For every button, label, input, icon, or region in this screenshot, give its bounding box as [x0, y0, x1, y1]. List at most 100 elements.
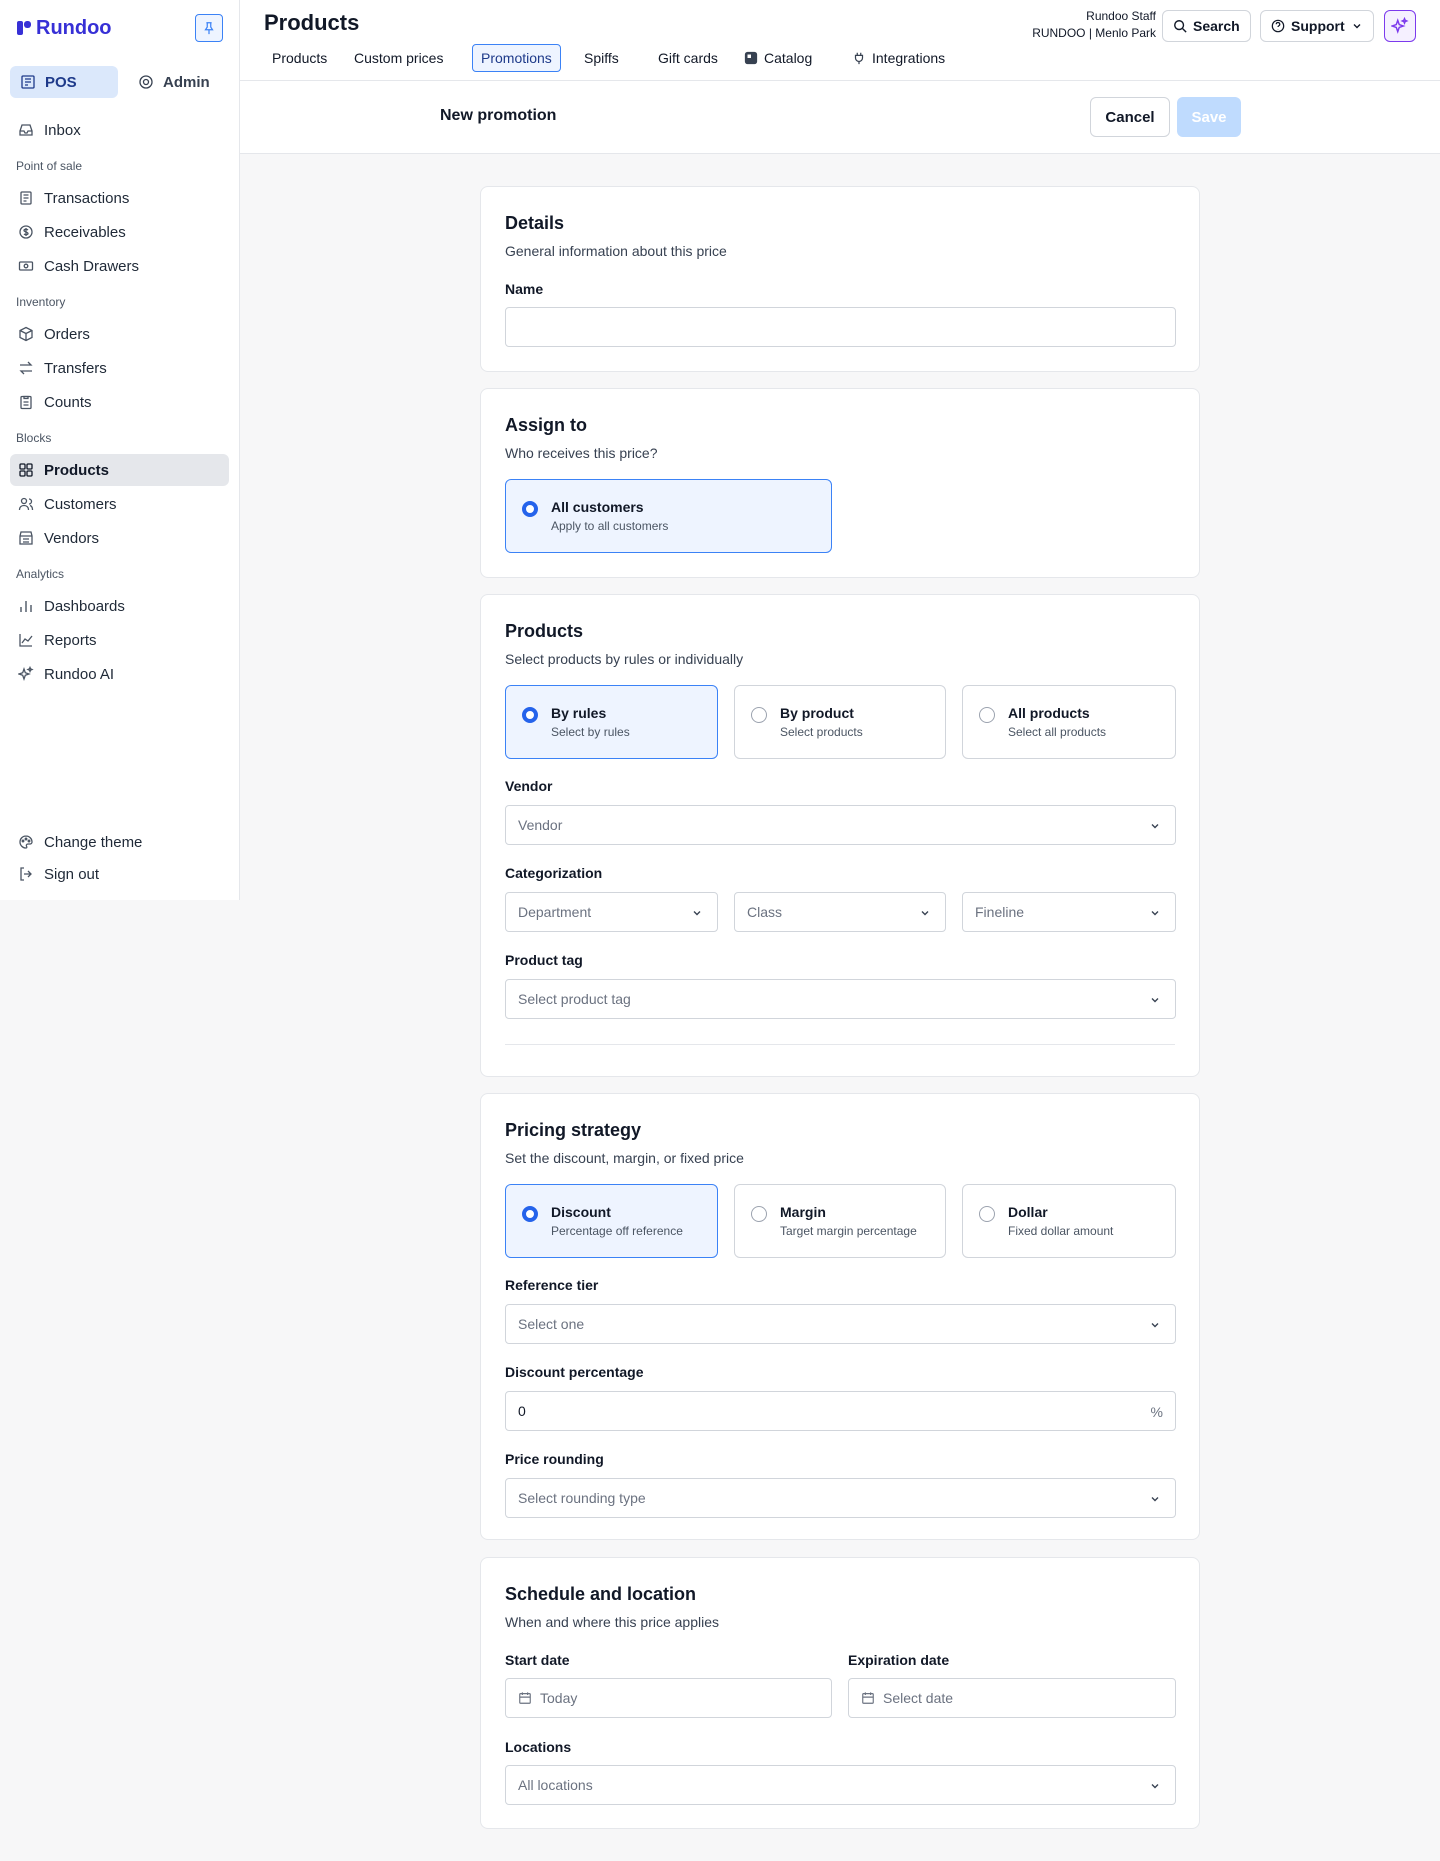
reference-tier-placeholder: Select one	[518, 1316, 585, 1332]
radio-selected[interactable]	[522, 501, 538, 517]
sidebar-item-counts[interactable]: Counts	[10, 386, 229, 418]
radio-unselected[interactable]	[751, 1206, 767, 1222]
cancel-button[interactable]: Cancel	[1090, 97, 1170, 137]
dollar-circle-icon	[19, 225, 33, 239]
tab-promotions[interactable]: Promotions	[472, 44, 561, 72]
dollar-option[interactable]: Dollar Fixed dollar amount	[962, 1184, 1176, 1258]
schedule-title: Schedule and location	[505, 1584, 697, 1604]
sidebar-item-receivables[interactable]: Receivables	[10, 216, 229, 248]
all-products-option[interactable]: All products Select all products	[962, 685, 1176, 759]
option-subtitle: Select products	[780, 725, 863, 739]
page-title: Products	[264, 10, 360, 35]
option-subtitle: Target margin percentage	[780, 1224, 917, 1238]
top-bar: Products Products Custom prices Promotio…	[240, 0, 1440, 81]
calendar-icon	[862, 1692, 874, 1704]
discount-percentage-input[interactable]: 0 %	[505, 1391, 1176, 1431]
product-tag-placeholder: Select product tag	[518, 991, 631, 1007]
sidebar-item-label: Customers	[44, 495, 117, 513]
sidebar-item-inbox[interactable]: Inbox	[10, 114, 229, 146]
sidebar-item-products[interactable]: Products	[10, 454, 229, 486]
class-placeholder: Class	[747, 904, 783, 920]
admin-mode-button[interactable]: Admin	[128, 66, 228, 98]
tab-label: Catalog	[764, 50, 813, 66]
sidebar-item-vendors[interactable]: Vendors	[10, 522, 229, 554]
radio-unselected[interactable]	[751, 707, 767, 723]
fineline-select[interactable]: Fineline	[962, 892, 1176, 932]
tab-integrations[interactable]: Integrations	[844, 44, 953, 72]
sidebar-item-label: Change theme	[44, 833, 143, 851]
sidebar-item-transactions[interactable]: Transactions	[10, 182, 229, 214]
expiration-date-picker[interactable]: Select date	[848, 1678, 1176, 1718]
reference-tier-select[interactable]: Select one	[505, 1304, 1176, 1344]
ai-assistant-button[interactable]	[1384, 10, 1416, 42]
section-label-blocks: Blocks	[16, 431, 52, 445]
sparkle-icon	[1391, 17, 1409, 34]
sidebar-item-customers[interactable]: Customers	[10, 488, 229, 520]
sidebar-item-label: Receivables	[44, 223, 126, 241]
class-select[interactable]: Class	[734, 892, 946, 932]
radio-unselected[interactable]	[979, 707, 995, 723]
all-customers-option[interactable]: All customers Apply to all customers	[505, 479, 832, 553]
brand-logo[interactable]: Rundoo	[16, 16, 112, 40]
chevron-down-icon	[1151, 824, 1159, 829]
change-theme-button[interactable]: Change theme	[10, 826, 229, 858]
radio-selected[interactable]	[522, 707, 538, 723]
sidebar-item-label: Transactions	[44, 189, 130, 207]
vendor-placeholder: Vendor	[518, 817, 563, 833]
sidebar-item-transfers[interactable]: Transfers	[10, 352, 229, 384]
radio-selected[interactable]	[522, 1206, 538, 1222]
tab-custom-prices[interactable]: Custom prices	[346, 44, 451, 72]
sign-out-button[interactable]: Sign out	[10, 858, 229, 890]
search-icon	[1174, 20, 1187, 33]
pricing-title: Pricing strategy	[505, 1120, 642, 1140]
calendar-icon	[519, 1692, 531, 1704]
start-date-picker[interactable]: Today	[505, 1678, 832, 1718]
option-title: All products	[1008, 705, 1090, 721]
sidebar-item-label: Inbox	[44, 121, 81, 139]
support-button[interactable]: Support	[1260, 10, 1374, 42]
sidebar: Rundoo POS Admin Inbox Point of sale Tra…	[0, 0, 240, 900]
by-rules-option[interactable]: By rules Select by rules	[505, 685, 718, 759]
start-date-value: Today	[540, 1690, 578, 1706]
radio-unselected[interactable]	[979, 1206, 995, 1222]
price-rounding-select[interactable]: Select rounding type	[505, 1478, 1176, 1518]
sidebar-item-cash-drawers[interactable]: Cash Drawers	[10, 250, 229, 282]
tab-products[interactable]: Products	[264, 44, 335, 72]
discount-option[interactable]: Discount Percentage off reference	[505, 1184, 718, 1258]
product-tag-select[interactable]: Select product tag	[505, 979, 1176, 1019]
sidebar-item-orders[interactable]: Orders	[10, 318, 229, 350]
vendor-select[interactable]: Vendor	[505, 805, 1176, 845]
tab-spiffs[interactable]: Spiffs	[576, 44, 627, 72]
option-title: Margin	[780, 1204, 826, 1220]
pos-mode-button[interactable]: POS	[10, 66, 118, 98]
margin-option[interactable]: Margin Target margin percentage	[734, 1184, 946, 1258]
sidebar-item-label: Counts	[44, 393, 92, 411]
locations-label: Locations	[505, 1739, 572, 1755]
search-button[interactable]: Search	[1162, 10, 1251, 42]
categorization-label: Categorization	[505, 865, 603, 881]
option-title: Dollar	[1008, 1204, 1048, 1220]
sidebar-item-rundoo-ai[interactable]: Rundoo AI	[10, 658, 229, 690]
tab-catalog[interactable]: Catalog	[736, 44, 820, 72]
chevron-down-icon	[921, 911, 929, 916]
pin-icon	[204, 22, 214, 35]
sidebar-item-dashboards[interactable]: Dashboards	[10, 590, 229, 622]
support-label: Support	[1291, 18, 1345, 34]
pos-mode-label: POS	[45, 73, 77, 91]
department-select[interactable]: Department	[505, 892, 718, 932]
sign-out-icon	[20, 867, 32, 881]
pin-sidebar-button[interactable]	[195, 14, 223, 42]
chevron-down-icon	[693, 911, 701, 916]
mode-switch: POS Admin	[10, 66, 230, 98]
by-product-option[interactable]: By product Select products	[734, 685, 946, 759]
name-input[interactable]	[505, 307, 1176, 347]
option-title: Discount	[551, 1204, 611, 1220]
locations-select[interactable]: All locations	[505, 1765, 1176, 1805]
transfer-icon	[19, 361, 33, 375]
sidebar-item-label: Dashboards	[44, 597, 125, 615]
tab-gift-cards[interactable]: Gift cards	[650, 44, 726, 72]
option-subtitle: Select by rules	[551, 725, 630, 739]
sidebar-item-reports[interactable]: Reports	[10, 624, 229, 656]
receipt-icon	[20, 191, 32, 205]
save-button[interactable]: Save	[1177, 97, 1241, 137]
